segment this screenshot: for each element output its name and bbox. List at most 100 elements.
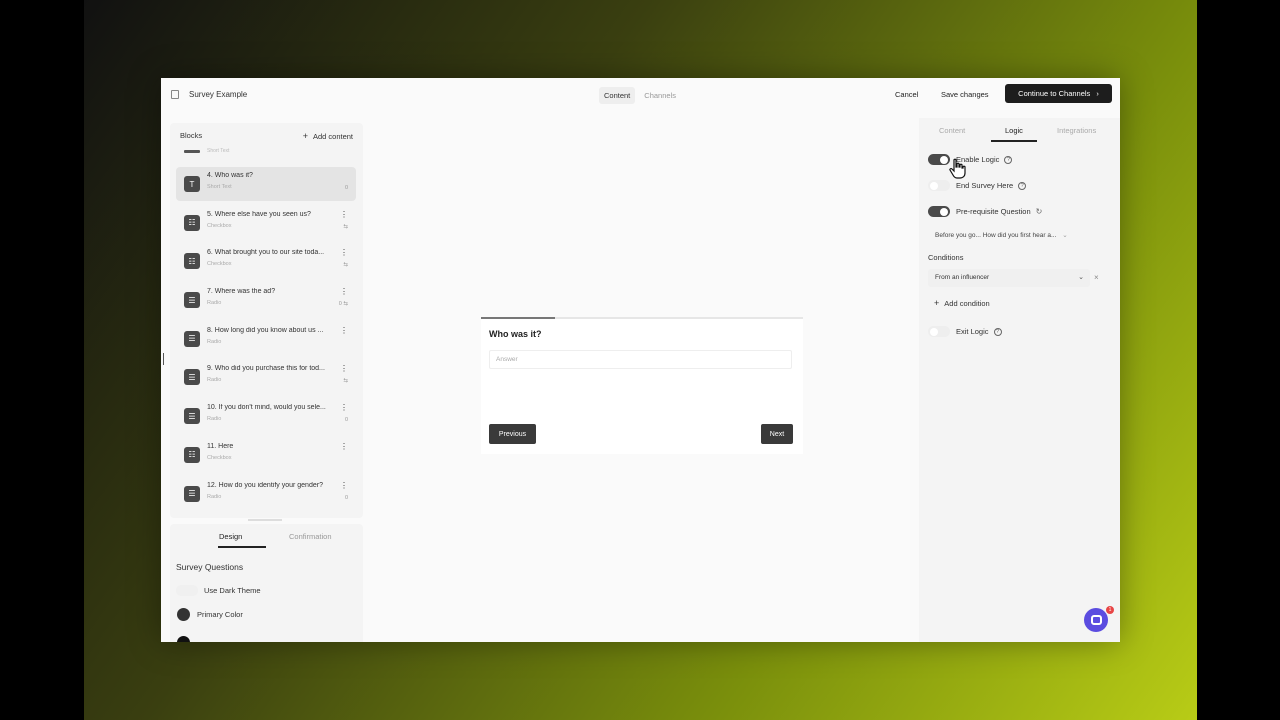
prerequisite-select[interactable]: Before you go... How did you first hear …	[935, 231, 1068, 239]
primary-color-label: Primary Color	[197, 610, 243, 619]
block-type: Checkbox	[207, 261, 232, 268]
logic-indicator: ⇆	[343, 378, 348, 385]
blocks-heading: Blocks	[180, 131, 203, 140]
chevron-down-icon: ⌄	[1078, 274, 1084, 281]
toggle-knob	[940, 207, 948, 216]
block-type: Radio	[207, 377, 222, 384]
sidebar-toggle-icon[interactable]	[171, 90, 179, 99]
block-type: Radio	[207, 338, 222, 345]
block-item[interactable]: ☰ 8. How long did you know about us ... …	[176, 322, 356, 356]
add-condition-button[interactable]: + Add condition	[934, 298, 990, 308]
primary-color-swatch[interactable]	[177, 608, 190, 621]
more-vertical-icon[interactable]: ⋮	[340, 287, 348, 296]
more-vertical-icon[interactable]: ⋮	[340, 442, 348, 451]
block-type-icon	[184, 150, 200, 153]
block-item[interactable]: ☷ 5. Where else have you seen us? Checkb…	[176, 206, 356, 240]
refresh-icon[interactable]: ↻	[1036, 207, 1043, 216]
prerequisite-toggle[interactable]	[928, 206, 950, 217]
toggle-knob	[940, 155, 948, 164]
logic-indicator: 0	[344, 494, 348, 501]
exit-logic-toggle[interactable]	[928, 326, 950, 337]
condition-select[interactable]: From an influencer ⌄	[928, 269, 1090, 287]
prerequisite-row: Pre-requisite Question ↻	[956, 207, 1042, 216]
chevron-down-icon: ⌄	[1062, 232, 1068, 239]
plus-icon: +	[934, 298, 940, 308]
close-icon[interactable]: ×	[1094, 273, 1099, 282]
list-icon: ☰	[184, 485, 200, 502]
top-tabs: Content Channels	[599, 87, 681, 104]
next-button[interactable]: Next	[761, 424, 793, 444]
help-icon[interactable]: ?	[993, 328, 1002, 337]
secondary-color-swatch[interactable]	[177, 636, 190, 642]
panel-resize-handle[interactable]	[248, 519, 282, 521]
exit-logic-row: Exit Logic?	[956, 327, 1002, 337]
progress-bar	[481, 317, 803, 319]
previous-button[interactable]: Previous	[489, 424, 536, 444]
active-tab-indicator	[991, 140, 1037, 142]
dark-theme-toggle[interactable]	[176, 585, 198, 596]
design-panel: Design Confirmation Survey Questions Use…	[170, 524, 363, 642]
tab-content[interactable]: Content	[939, 126, 965, 135]
add-content-label: Add content	[312, 132, 353, 141]
block-subtitle: Short Text	[207, 148, 230, 154]
chat-launcher-button[interactable]	[1084, 608, 1108, 632]
toggle-knob	[930, 181, 938, 190]
answer-input[interactable]: Answer	[489, 350, 792, 369]
blocks-list: T 4. Who was it? Short Text 0 ☷ 5. Where…	[176, 167, 356, 515]
block-title: 6. What brought you to our site toda...	[207, 249, 325, 257]
more-vertical-icon[interactable]: ⋮	[340, 326, 348, 335]
more-vertical-icon[interactable]: ⋮	[340, 210, 348, 219]
save-changes-button[interactable]: Save changes	[941, 90, 989, 99]
more-vertical-icon[interactable]: ⋮	[340, 403, 348, 412]
partial-block-item[interactable]: Short Text	[184, 148, 354, 156]
block-title: 7. Where was the ad?	[207, 288, 276, 296]
checkbox-icon: ☷	[184, 253, 200, 270]
chat-icon	[1090, 615, 1102, 625]
list-icon: ☰	[184, 369, 200, 386]
survey-editor-window: Survey Example Content Channels Cancel S…	[161, 78, 1120, 642]
more-vertical-icon[interactable]: ⋮	[340, 481, 348, 490]
chevron-right-icon: ›	[1096, 89, 1099, 98]
help-icon[interactable]: ?	[1018, 182, 1027, 191]
block-item[interactable]: ☰ 12. How do you identify your gender? R…	[176, 477, 356, 511]
top-bar: Survey Example Content Channels Cancel S…	[161, 78, 1120, 112]
add-condition-label: Add condition	[944, 299, 990, 308]
block-title: 8. How long did you know about us ...	[207, 326, 324, 334]
block-item[interactable]: ☰ 10. If you don't mind, would you sele.…	[176, 399, 356, 433]
hand-pointer-cursor-icon	[949, 158, 966, 179]
block-title: 5. Where else have you seen us?	[207, 210, 311, 218]
end-survey-toggle[interactable]	[928, 180, 950, 191]
tab-integrations[interactable]: Integrations	[1057, 126, 1096, 135]
logic-indicator: 0	[344, 417, 348, 424]
block-item[interactable]: ☰ 9. Who did you purchase this for tod..…	[176, 360, 356, 394]
tab-design[interactable]: Design	[219, 532, 242, 541]
tab-channels[interactable]: Channels	[639, 87, 681, 104]
condition-value: From an influencer	[935, 274, 990, 281]
block-item[interactable]: ☷ 11. Here Checkbox ⋮	[176, 438, 356, 472]
continue-to-channels-button[interactable]: Continue to Channels ›	[1005, 84, 1112, 103]
tab-content[interactable]: Content	[599, 87, 636, 104]
logic-panel: Content Logic Integrations Enable Logic?…	[919, 118, 1120, 642]
logic-indicator: 0 ⇆	[338, 301, 348, 308]
active-tab-indicator	[218, 546, 266, 548]
plus-icon: +	[302, 131, 308, 141]
continue-label: Continue to Channels	[1018, 89, 1091, 98]
enable-logic-toggle[interactable]	[928, 154, 950, 165]
block-item[interactable]: ☷ 6. What brought you to our site toda..…	[176, 244, 356, 278]
more-vertical-icon[interactable]: ⋮	[340, 364, 348, 373]
block-indicator: 0	[344, 185, 348, 191]
toggle-knob	[930, 327, 938, 336]
block-item[interactable]: T 4. Who was it? Short Text 0	[176, 167, 356, 201]
tab-logic[interactable]: Logic	[1005, 126, 1023, 135]
add-content-button[interactable]: + Add content	[303, 131, 353, 141]
list-icon: ☰	[184, 408, 200, 425]
list-icon: ☰	[184, 330, 200, 347]
survey-preview: Who was it? Answer Previous Next	[481, 317, 803, 454]
more-vertical-icon[interactable]: ⋮	[340, 248, 348, 257]
tab-confirmation[interactable]: Confirmation	[289, 532, 332, 541]
block-title: 12. How do you identify your gender?	[207, 481, 323, 489]
cancel-button[interactable]: Cancel	[895, 90, 918, 99]
end-survey-row: End Survey Here?	[956, 181, 1027, 191]
block-item[interactable]: ☰ 7. Where was the ad? Radio ⋮ 0 ⇆	[176, 283, 356, 317]
help-icon[interactable]: ?	[1004, 156, 1013, 165]
